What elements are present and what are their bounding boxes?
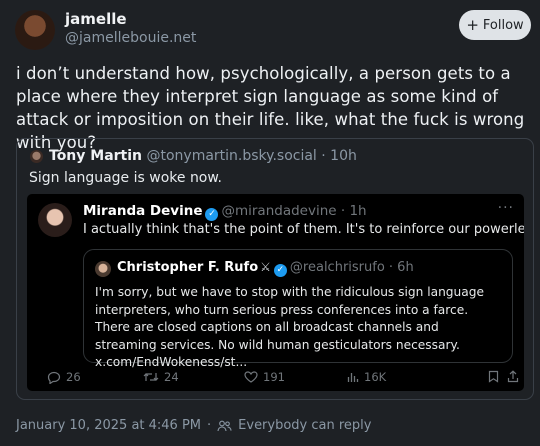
share-action — [507, 370, 519, 383]
reply-setting[interactable]: Everybody can reply — [238, 418, 371, 433]
inner-quoted-tweet: Christopher F. Rufo ⚔ ✓ @realchrisrufo · 6h… — [83, 249, 513, 369]
quote-author-name: Tony Martin — [49, 148, 143, 164]
author-display-name[interactable]: jamelle — [65, 10, 127, 28]
author-avatar[interactable] — [15, 10, 55, 50]
post-footer: January 10, 2025 at 4:46 PM · Everybody … — [16, 418, 371, 433]
post: jamelle @jamellebouie.net + Follow i don… — [0, 0, 540, 446]
embedded-tweet-image[interactable]: Miranda Devine ✓ @mirandadevine · 1h ··· I… — [27, 194, 524, 391]
tweet-author-avatar — [38, 203, 72, 237]
quote-text: Sign language is woke now. — [29, 170, 222, 186]
author-handle[interactable]: @jamellebouie.net — [65, 30, 196, 46]
reply-icon — [47, 371, 61, 384]
inner-author-handle: @realchrisrufo · 6h — [289, 260, 414, 275]
share-icon — [507, 370, 519, 383]
quote-time: · 10h — [321, 148, 357, 164]
verified-badge-icon: ✓ — [205, 208, 219, 221]
inner-author-line: Christopher F. Rufo ⚔ ✓ @realchrisrufo · 6h — [117, 260, 414, 277]
inner-author-name: Christopher F. Rufo — [117, 260, 259, 275]
tweet-action-bar: 26 24 191 16K — [47, 370, 519, 386]
crossed-swords-icon: ⚔ — [260, 260, 271, 274]
repost-icon — [143, 373, 159, 381]
quoted-post[interactable]: Tony Martin @tonymartin.bsky.social · 10… — [16, 138, 534, 400]
quote-author-handle: @tonymartin.bsky.social — [146, 148, 317, 164]
tweet-text: I actually think that's the point of the… — [83, 222, 524, 237]
bookmark-action — [488, 370, 499, 383]
reply-action: 26 — [47, 370, 81, 384]
repost-count: 24 — [164, 370, 179, 384]
inner-author-avatar — [95, 261, 111, 277]
inner-tweet-text: I'm sorry, but we have to stop with the … — [95, 285, 484, 369]
tweet-author-handle: @mirandadevine · 1h — [221, 203, 367, 219]
views-count: 16K — [364, 370, 387, 384]
quote-author-avatar — [30, 150, 43, 163]
reply-count: 26 — [66, 370, 81, 384]
post-timestamp[interactable]: January 10, 2025 at 4:46 PM — [16, 418, 201, 433]
more-options-icon: ··· — [497, 200, 514, 216]
quote-author-line: Tony Martin @tonymartin.bsky.social · 10… — [49, 148, 357, 164]
tweet-author-line: Miranda Devine ✓ @mirandadevine · 1h — [83, 203, 367, 221]
follow-button-label: Follow — [482, 17, 524, 33]
like-count: 191 — [263, 370, 285, 384]
follow-button[interactable]: + Follow — [459, 10, 531, 40]
tweet-author-name: Miranda Devine — [83, 203, 203, 219]
heart-icon — [244, 371, 258, 383]
bookmark-icon — [488, 370, 499, 383]
people-icon — [217, 420, 232, 431]
plus-icon: + — [466, 15, 479, 34]
footer-separator: · — [207, 418, 212, 433]
verified-badge-icon: ✓ — [273, 264, 287, 277]
views-chart-icon — [347, 373, 359, 382]
repost-action: 24 — [143, 370, 179, 384]
views-action: 16K — [347, 370, 386, 384]
like-action: 191 — [244, 370, 285, 384]
